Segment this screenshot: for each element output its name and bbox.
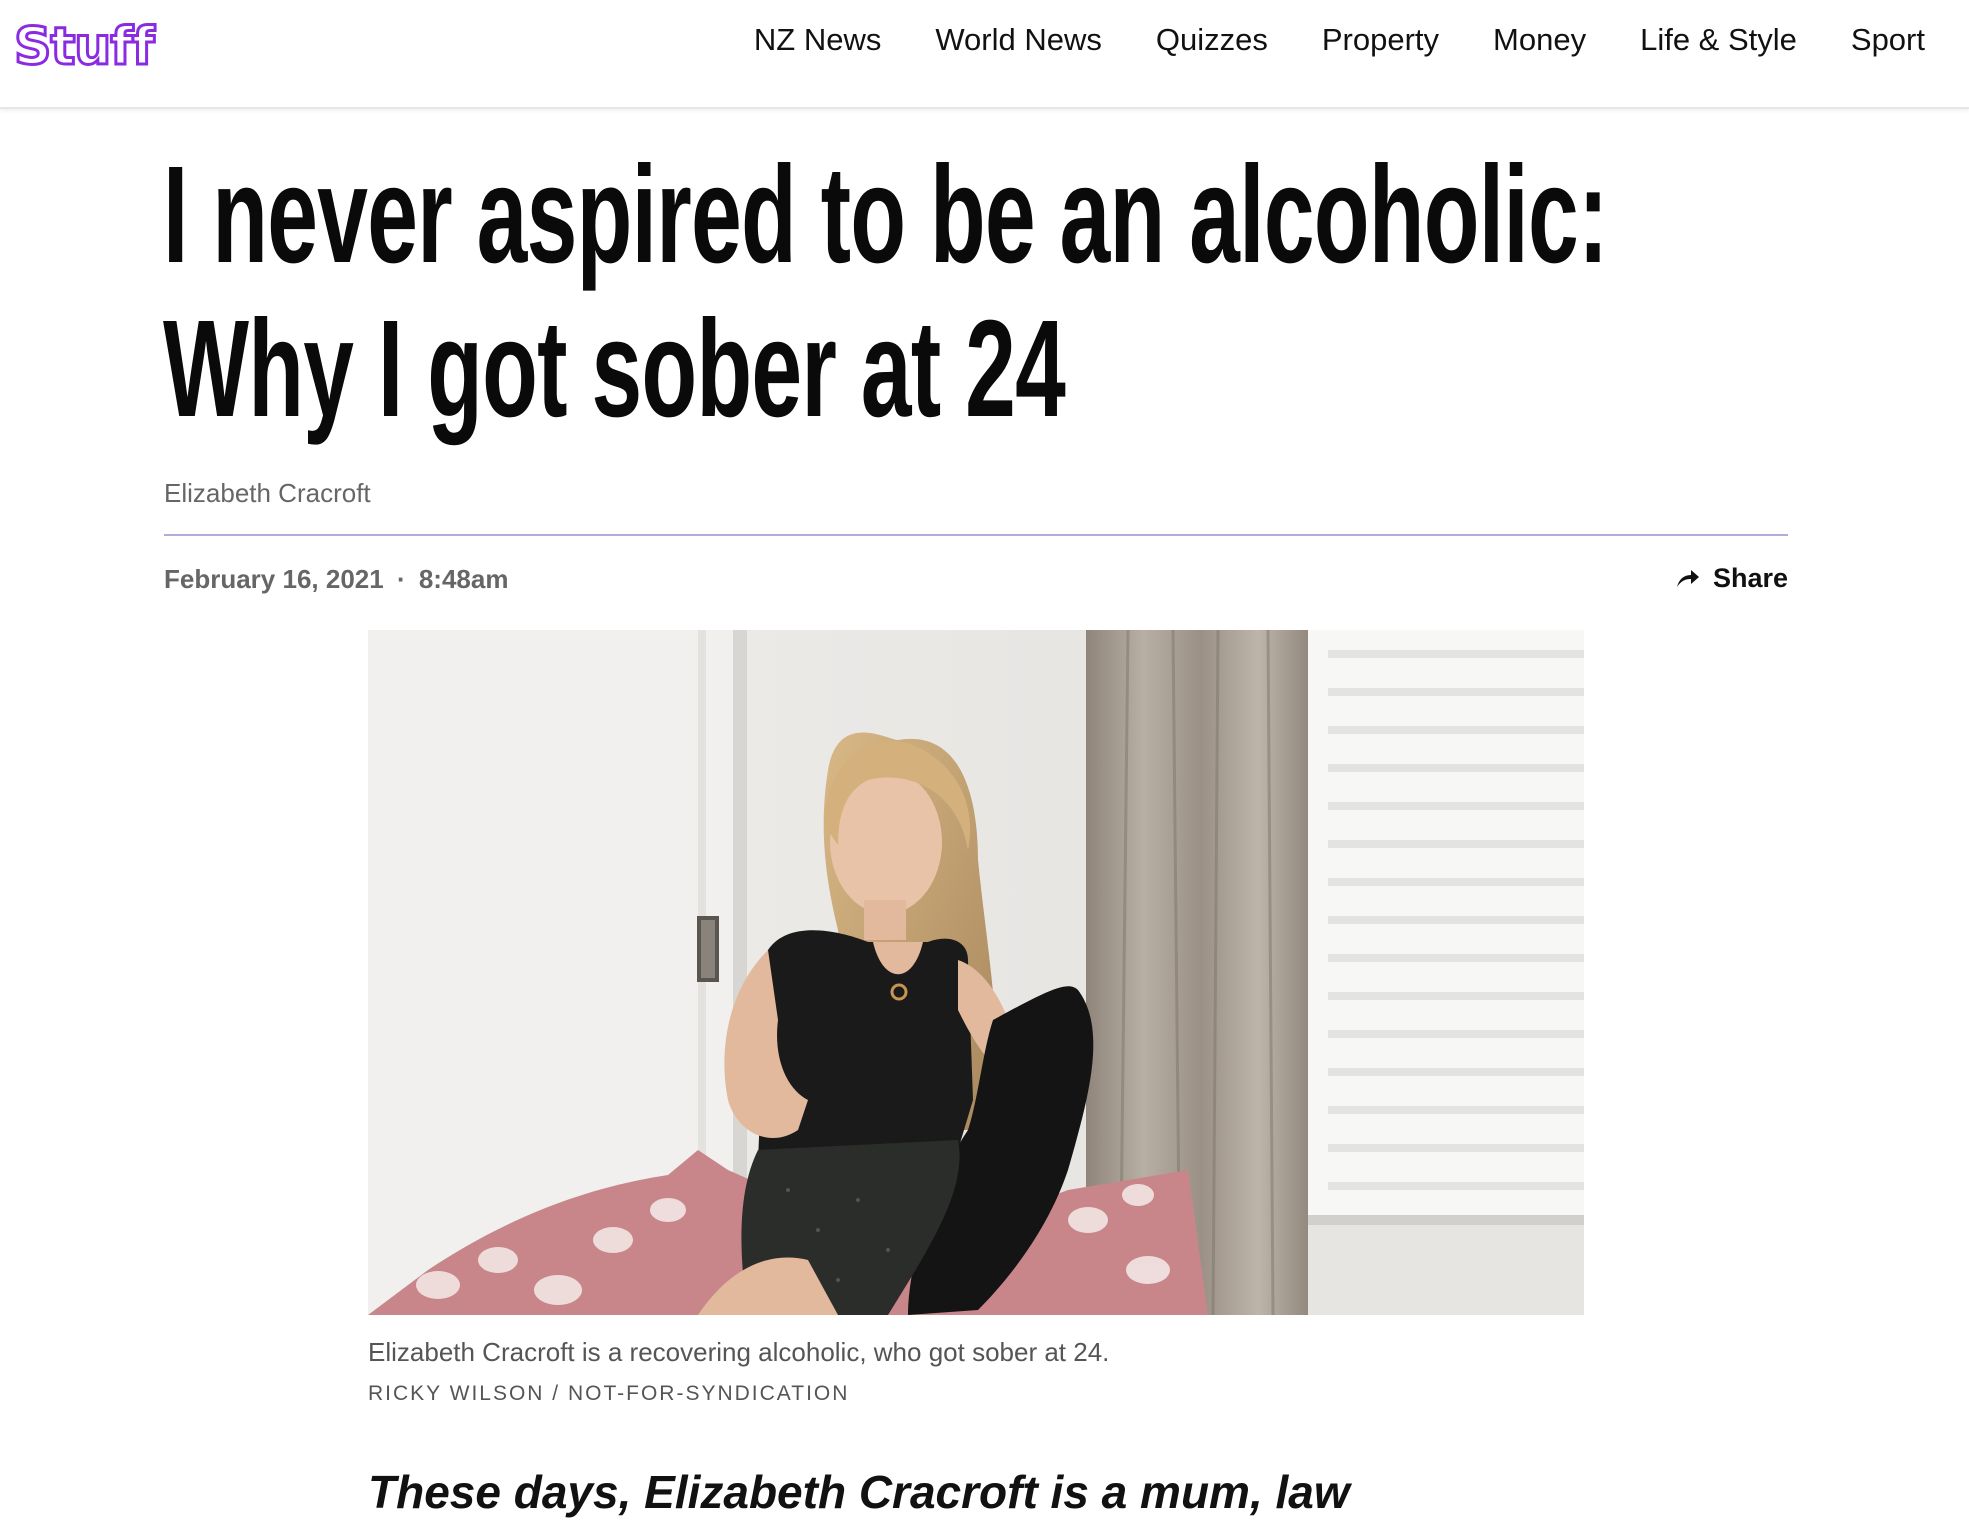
publish-date: February 16, 2021	[164, 564, 384, 594]
nav-item-sport[interactable]: Sport	[1851, 20, 1925, 60]
main-nav: NZ News World News Quizzes Property Mone…	[700, 20, 1925, 60]
nav-item-quizzes[interactable]: Quizzes	[1156, 20, 1268, 60]
stuff-logo[interactable]: Stuff	[13, 12, 157, 82]
image-credit: RICKY WILSON / NOT-FOR-SYNDICATION	[368, 1382, 850, 1405]
headline-line-1: I never aspired to be an alcoholic:	[163, 138, 1608, 292]
site-header: Stuff NZ News World News Quizzes Propert…	[0, 0, 1969, 109]
share-arrow-icon	[1675, 567, 1701, 589]
publish-time: 8:48am	[418, 564, 509, 594]
nav-item-nz-news[interactable]: NZ News	[754, 20, 881, 60]
article-timestamp: February 16, 2021 · 8:48am	[164, 562, 508, 596]
article-hero-image	[368, 630, 1584, 1315]
headline-line-2: Why I got sober at 24	[163, 292, 1066, 446]
nav-item-life-style[interactable]: Life & Style	[1640, 20, 1797, 60]
share-button[interactable]: Share	[1675, 560, 1788, 596]
share-label: Share	[1712, 563, 1788, 593]
hero-photo-illustration	[368, 630, 1584, 1315]
article-author[interactable]: Elizabeth Cracroft	[164, 476, 371, 510]
nav-item-money[interactable]: Money	[1493, 20, 1586, 60]
date-separator: ·	[396, 564, 406, 594]
article-standfirst: These days, Elizabeth Cracroft is a mum,…	[368, 1466, 1350, 1518]
nav-item-property[interactable]: Property	[1322, 20, 1439, 60]
byline-divider	[164, 534, 1788, 536]
article-headline: I never aspired to be an alcoholic: Why …	[163, 138, 1608, 446]
image-caption: Elizabeth Cracroft is a recovering alcoh…	[368, 1337, 1110, 1367]
nav-item-world-news[interactable]: World News	[935, 20, 1102, 60]
